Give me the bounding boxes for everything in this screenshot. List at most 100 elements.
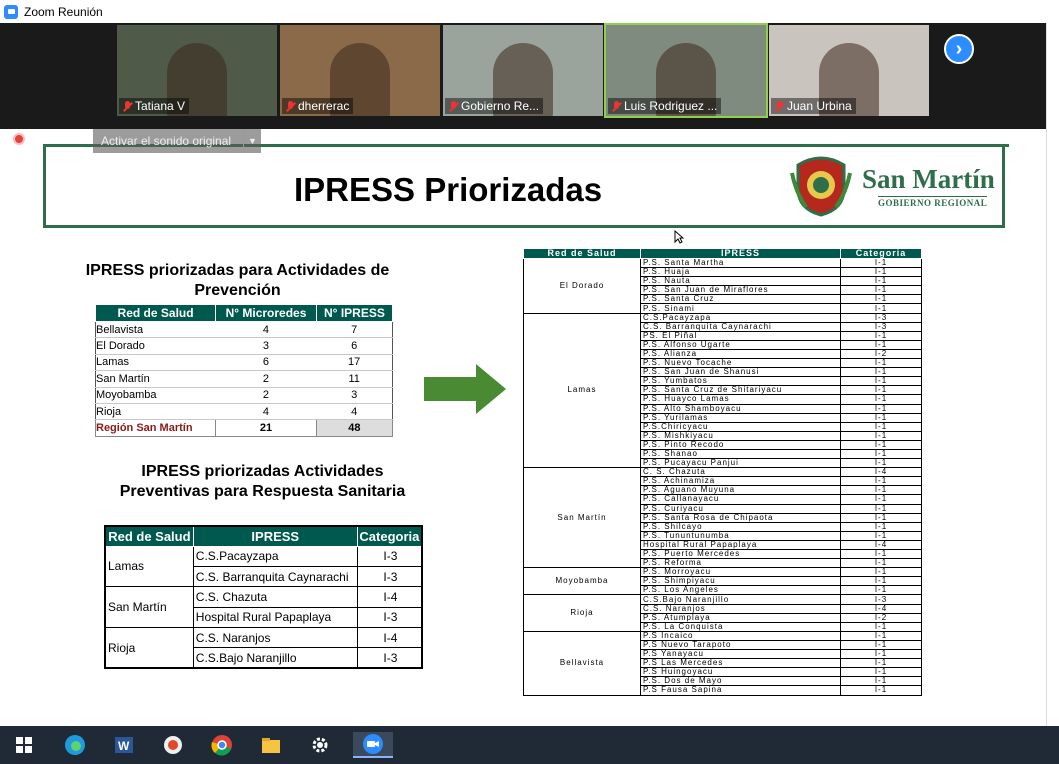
table-cell: Moyobamba xyxy=(95,387,216,404)
participant-video-tile[interactable]: Luis Rodriguez ... xyxy=(604,23,768,118)
table-cell: Rioja xyxy=(95,403,216,421)
ipress-cell: C.S. Naranjos xyxy=(192,627,358,649)
table-header-cell: Red de Salud xyxy=(104,525,194,547)
settings-gear-icon[interactable] xyxy=(306,732,334,758)
section1-title-line1: IPRESS priorizadas para Actividades de xyxy=(85,262,390,279)
ipress-cell: P.S Fausa Sapina xyxy=(640,685,841,696)
section1-title-line2: Prevención xyxy=(194,282,281,299)
table-row: Rioja C.S. Naranjos I-4 xyxy=(104,627,423,669)
table-row: San Martín C.S. Chazuta I-4 xyxy=(104,586,423,629)
zoom-icon[interactable] xyxy=(353,732,393,758)
chrome-icon[interactable] xyxy=(208,732,236,758)
table-cell: 11 xyxy=(316,370,393,388)
categoria-cell: I-1 xyxy=(840,294,922,305)
table-row: Lamas C.S.Pacayzapa I-3 xyxy=(523,312,922,469)
participant-name: Gobierno Re... xyxy=(445,98,544,114)
brand-name: San Martín xyxy=(862,164,995,194)
table-header-cell: N° IPRESS xyxy=(315,304,394,322)
media-player-icon[interactable] xyxy=(159,732,187,758)
ipress-cell: P.S.Chiricyacu xyxy=(640,421,841,432)
table-row: El Dorado 3 6 xyxy=(95,337,393,355)
right-arrow-icon xyxy=(424,364,506,414)
muted-mic-icon xyxy=(775,100,784,112)
ipress-cell: P.S. Yurilamas xyxy=(640,412,841,423)
table-cell: Lamas xyxy=(95,354,216,372)
table-header-cell: Categoria xyxy=(356,525,423,547)
table-cell: 3 xyxy=(215,337,317,355)
participant-name: Tatiana V xyxy=(119,98,190,114)
section2-title: IPRESS priorizadas Actividades Preventiv… xyxy=(90,462,435,502)
table-row: El Dorado P.S. Santa Martha I-1 xyxy=(523,257,922,314)
ipress-cell: P.S. Shilcayo xyxy=(640,521,841,532)
table-row: Moyobamba 2 3 xyxy=(95,387,393,404)
categoria-cell: I-4 xyxy=(840,603,922,614)
table-cell: 7 xyxy=(316,321,393,339)
participant-name-text: Luis Rodriguez ... xyxy=(624,99,718,113)
categoria-cell: I-3 xyxy=(840,312,922,323)
red-de-salud-cell: Lamas xyxy=(523,312,641,469)
categoria-cell: I-3 xyxy=(840,594,922,605)
mouse-cursor-icon xyxy=(674,230,684,244)
categoria-cell: I-1 xyxy=(840,621,922,632)
table-row: San Martín C. S. Chazuta I-4 xyxy=(523,467,922,569)
participant-name: Luis Rodriguez ... xyxy=(608,98,722,114)
table-cell: 6 xyxy=(316,337,393,355)
shared-screen-slide: IPRESS Priorizadas San Martín GOBIERNO R… xyxy=(0,129,1046,715)
categoria-cell: I-1 xyxy=(840,585,922,596)
ipress-cell: P.S. Santa Rosa de Chipaota xyxy=(640,512,841,523)
categoria-cell: I-1 xyxy=(840,512,922,523)
word-icon[interactable]: W xyxy=(110,732,138,758)
next-participants-button[interactable]: › xyxy=(944,34,974,64)
san-martin-crest-icon xyxy=(790,156,852,217)
muted-mic-icon xyxy=(286,100,295,112)
categoria-cell: I-1 xyxy=(840,430,922,441)
table-row: Rioja 4 4 xyxy=(95,403,393,421)
participant-name-text: Gobierno Re... xyxy=(461,99,540,113)
response-ipress-table: Red de Salud IPRESS Categoria Lamas C.S.Pac… xyxy=(104,525,423,670)
red-de-salud-cell: Rioja xyxy=(104,627,194,669)
table-row: Rioja C.S.Bajo Naranjillo I-3 xyxy=(523,594,922,632)
window-title: Zoom Reunión xyxy=(24,4,103,19)
categoria-cell: I-1 xyxy=(840,685,922,696)
chevron-down-icon[interactable]: ▼ xyxy=(243,129,261,153)
muted-mic-icon xyxy=(612,100,621,112)
ipress-cell: P.S. Los Angeles xyxy=(640,585,841,596)
red-de-salud-cell: Moyobamba xyxy=(523,567,641,596)
categoria-cell: I-1 xyxy=(840,303,922,314)
start-icon[interactable] xyxy=(10,732,38,758)
categoria-cell: I-2 xyxy=(840,612,922,623)
ipress-cell: C.S. Chazuta xyxy=(192,586,358,608)
categoria-cell: I-3 xyxy=(840,321,922,332)
red-de-salud-cell: San Martín xyxy=(523,467,641,569)
edge-icon[interactable] xyxy=(61,732,89,758)
categoria-cell: I-1 xyxy=(840,330,922,341)
file-explorer-icon[interactable] xyxy=(257,732,285,758)
participant-name: Juan Urbina xyxy=(771,98,856,114)
ipress-cell: Hospital Rural Papaplaya xyxy=(192,606,358,629)
table-cell: Bellavista xyxy=(95,321,216,339)
table-row: Moyobamba P.S. Morroyacu I-1 xyxy=(523,567,922,596)
recording-indicator[interactable] xyxy=(13,133,25,145)
categoria-cell: I-1 xyxy=(840,494,922,505)
categoria-cell: I-4 xyxy=(356,586,423,608)
categoria-cell: I-3 xyxy=(356,565,423,588)
muted-mic-icon xyxy=(123,100,132,112)
categoria-cell: I-1 xyxy=(840,521,922,532)
section2-title-line1: IPRESS priorizadas Actividades xyxy=(141,463,384,480)
participant-video-tile[interactable]: Gobierno Re... xyxy=(443,25,603,116)
participant-video-tile[interactable]: Tatiana V xyxy=(117,25,277,116)
muted-mic-icon xyxy=(449,100,458,112)
ipress-cell: P.S. Huayco Lamas xyxy=(640,394,841,405)
ipress-cell: P.S. Mishkiyacu xyxy=(640,430,841,441)
table-cell: 3 xyxy=(316,387,393,404)
table-row: Lamas C.S.Pacayzapa I-3 xyxy=(104,545,423,588)
table-cell: 4 xyxy=(316,403,393,421)
ipress-cell: C.S.Pacayzapa xyxy=(640,312,841,323)
original-sound-button[interactable]: Activar el sonido original ▼ xyxy=(93,129,261,153)
ipress-cell: P.S. Santa Cruz xyxy=(640,294,841,305)
ipress-cell: P.S. Callanayacu xyxy=(640,494,841,505)
participant-video-tile[interactable]: dherrerac xyxy=(280,25,440,116)
table-row: San Martín 2 11 xyxy=(95,370,393,388)
table-cell: 17 xyxy=(316,354,393,372)
participant-video-tile[interactable]: Juan Urbina xyxy=(769,25,929,116)
